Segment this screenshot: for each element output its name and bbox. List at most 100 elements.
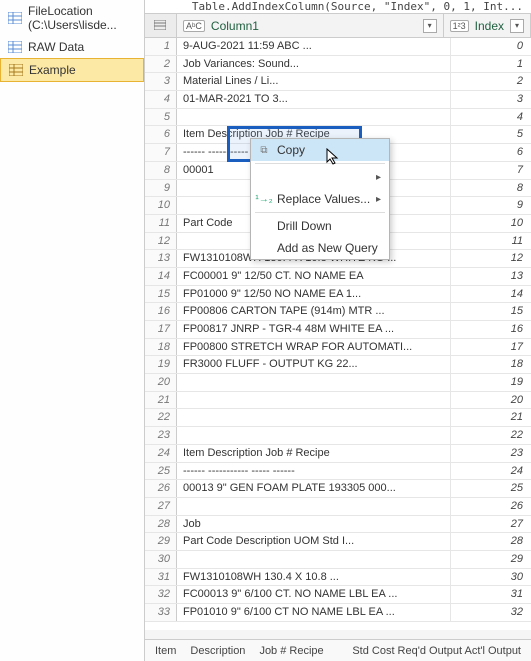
row-number[interactable]: 23 <box>145 427 177 444</box>
cell-index[interactable]: 13 <box>451 268 531 285</box>
cell-index[interactable]: 16 <box>451 321 531 338</box>
cell-index[interactable]: 0 <box>451 38 531 55</box>
column-filter-dropdown[interactable]: ▾ <box>510 19 524 33</box>
column-header-column1[interactable]: AᵇC Column1 ▾ <box>177 14 444 37</box>
cell-column1[interactable] <box>177 109 451 126</box>
cell-index[interactable]: 11 <box>451 233 531 250</box>
cell-index[interactable]: 27 <box>451 516 531 533</box>
row-number[interactable]: 13 <box>145 250 177 267</box>
cell-index[interactable]: 6 <box>451 144 531 161</box>
table-row[interactable]: 33 FP01010 9" 6/100 CT NO NAME LBL EA ..… <box>145 604 531 622</box>
cell-column1[interactable]: Job <box>177 516 451 533</box>
cell-column1[interactable]: FP00817 JNRP - TGR-4 48M WHITE EA ... <box>177 321 451 338</box>
cell-index[interactable]: 9 <box>451 197 531 214</box>
table-row[interactable]: 31 FW1310108WH 130.4 X 10.8 ...30 <box>145 569 531 587</box>
row-number[interactable]: 29 <box>145 533 177 550</box>
row-number[interactable]: 28 <box>145 516 177 533</box>
row-number[interactable]: 11 <box>145 215 177 232</box>
row-number[interactable]: 32 <box>145 586 177 603</box>
row-number[interactable]: 1 <box>145 38 177 55</box>
cell-column1[interactable]: Material Lines / Li... <box>177 73 451 90</box>
table-row[interactable]: 3 Material Lines / Li...2 <box>145 73 531 91</box>
table-row[interactable]: 2 Job Variances: Sound...1 <box>145 56 531 74</box>
ctx-submenu-placeholder[interactable] <box>251 166 389 188</box>
cell-column1[interactable] <box>177 374 451 391</box>
table-row[interactable]: 2221 <box>145 409 531 427</box>
row-number[interactable]: 5 <box>145 109 177 126</box>
cell-index[interactable]: 29 <box>451 551 531 568</box>
cell-index[interactable]: 8 <box>451 180 531 197</box>
cell-column1[interactable]: FC00001 9" 12/50 CT. NO NAME EA <box>177 268 451 285</box>
cell-column1[interactable]: FR3000 FLUFF - OUTPUT KG 22... <box>177 356 451 373</box>
grid-body[interactable]: 19-AUG-2021 11:59 ABC ...02 Job Variance… <box>145 38 531 622</box>
row-number[interactable]: 33 <box>145 604 177 621</box>
table-row[interactable]: 23 22 <box>145 427 531 445</box>
cell-index[interactable]: 7 <box>451 162 531 179</box>
row-number[interactable]: 31 <box>145 569 177 586</box>
table-row[interactable]: 16 FP00806 CARTON TAPE (914m) MTR ...15 <box>145 303 531 321</box>
cell-column1[interactable]: FP00806 CARTON TAPE (914m) MTR ... <box>177 303 451 320</box>
row-number[interactable]: 8 <box>145 162 177 179</box>
table-row[interactable]: 54 <box>145 109 531 127</box>
table-row[interactable]: 25------ ----------- ----- ------24 <box>145 463 531 481</box>
table-row[interactable]: 2120 <box>145 392 531 410</box>
cell-index[interactable]: 26 <box>451 498 531 515</box>
row-number[interactable]: 12 <box>145 233 177 250</box>
cell-index[interactable]: 18 <box>451 356 531 373</box>
cell-column1[interactable]: 01-MAR-2021 TO 3... <box>177 91 451 108</box>
cell-index[interactable]: 19 <box>451 374 531 391</box>
nav-rawdata[interactable]: RAW Data <box>0 36 144 58</box>
row-number[interactable]: 6 <box>145 126 177 143</box>
cell-index[interactable]: 5 <box>451 126 531 143</box>
row-number[interactable]: 19 <box>145 356 177 373</box>
table-row[interactable]: 15 FP01000 9" 12/50 NO NAME EA 1...14 <box>145 286 531 304</box>
table-row[interactable]: 29 Part Code Description UOM Std I...28 <box>145 533 531 551</box>
row-number[interactable]: 20 <box>145 374 177 391</box>
row-number[interactable]: 16 <box>145 303 177 320</box>
ctx-replace-values[interactable]: ¹→₂ Replace Values... <box>251 188 389 210</box>
row-number[interactable]: 14 <box>145 268 177 285</box>
table-row[interactable]: 24Item Description Job # Recipe23 <box>145 445 531 463</box>
table-row[interactable]: 18 FP00800 STRETCH WRAP FOR AUTOMATI...1… <box>145 339 531 357</box>
table-row[interactable]: 14 FC00001 9" 12/50 CT. NO NAME EA13 <box>145 268 531 286</box>
cell-column1[interactable]: FP01010 9" 6/100 CT NO NAME LBL EA ... <box>177 604 451 621</box>
cell-column1[interactable] <box>177 392 451 409</box>
column-header-index[interactable]: 1²3 Index ▾ <box>444 14 531 37</box>
cell-index[interactable]: 20 <box>451 392 531 409</box>
table-row[interactable]: 19-AUG-2021 11:59 ABC ...0 <box>145 38 531 56</box>
nav-example[interactable]: Example <box>0 58 144 82</box>
ctx-copy[interactable]: ⧉ Copy <box>251 139 389 161</box>
column-filter-dropdown[interactable]: ▾ <box>423 19 437 33</box>
cell-column1[interactable]: FC00013 9" 6/100 CT. NO NAME LBL EA ... <box>177 586 451 603</box>
cell-index[interactable]: 17 <box>451 339 531 356</box>
corner-cell[interactable] <box>145 14 177 37</box>
cell-index[interactable]: 15 <box>451 303 531 320</box>
table-row[interactable]: 32 FC00013 9" 6/100 CT. NO NAME LBL EA .… <box>145 586 531 604</box>
row-number[interactable]: 10 <box>145 197 177 214</box>
cell-column1[interactable] <box>177 498 451 515</box>
cell-index[interactable]: 2 <box>451 73 531 90</box>
cell-index[interactable]: 30 <box>451 569 531 586</box>
cell-column1[interactable]: FW1310108WH 130.4 X 10.8 ... <box>177 569 451 586</box>
table-row[interactable]: 30 29 <box>145 551 531 569</box>
table-row[interactable]: 2726 <box>145 498 531 516</box>
row-number[interactable]: 3 <box>145 73 177 90</box>
row-number[interactable]: 7 <box>145 144 177 161</box>
cell-index[interactable]: 14 <box>451 286 531 303</box>
row-number[interactable]: 30 <box>145 551 177 568</box>
cell-index[interactable]: 24 <box>451 463 531 480</box>
cell-column1[interactable]: ------ ----------- ----- ------ <box>177 463 451 480</box>
cell-index[interactable]: 31 <box>451 586 531 603</box>
cell-index[interactable]: 22 <box>451 427 531 444</box>
cell-index[interactable]: 23 <box>451 445 531 462</box>
cell-column1[interactable]: 9-AUG-2021 11:59 ABC ... <box>177 38 451 55</box>
row-number[interactable]: 22 <box>145 409 177 426</box>
nav-filelocation[interactable]: FileLocation (C:\Users\lisde... <box>0 0 144 36</box>
formula-bar[interactable]: Table.AddIndexColumn(Source, "Index", 0,… <box>145 0 531 14</box>
ctx-add-new-query[interactable]: Add as New Query <box>251 237 389 259</box>
cell-index[interactable]: 25 <box>451 480 531 497</box>
cell-column1[interactable]: FP01000 9" 12/50 NO NAME EA 1... <box>177 286 451 303</box>
table-row[interactable]: 17 FP00817 JNRP - TGR-4 48M WHITE EA ...… <box>145 321 531 339</box>
row-number[interactable]: 25 <box>145 463 177 480</box>
cell-column1[interactable] <box>177 427 451 444</box>
